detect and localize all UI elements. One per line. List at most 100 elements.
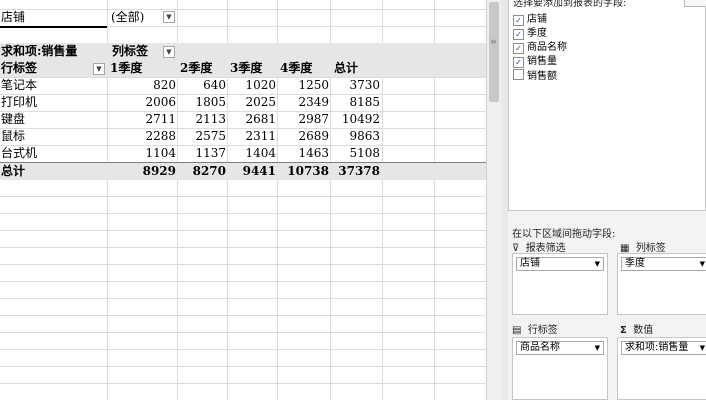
field-item-quantity[interactable]: ✓ 销售量 [513, 55, 557, 69]
columns-drop-zone[interactable]: 季度 ▼ [617, 253, 706, 315]
worksheet-grid[interactable]: 店铺 (全部) ▼ 求和项:销售量 列标签 ▼ 行标签 ▼ 1季度 2季度 3季… [0, 0, 486, 400]
row-labels-dropdown-icon[interactable]: ▼ [93, 63, 105, 75]
grid-row-line [0, 264, 486, 265]
pivot-data-row: 键盘 2711 2113 2681 2987 10492 [0, 111, 486, 128]
value-cell[interactable]: 1137 [180, 145, 226, 162]
chip-label: 求和项:销售量 [625, 342, 689, 353]
values-area-chip[interactable]: 求和项:销售量 ▼ [621, 341, 706, 355]
column-header: 4季度 [280, 61, 313, 75]
value-cell[interactable]: 2288 [110, 128, 176, 145]
field-item-amount[interactable]: 销售额 [513, 69, 557, 83]
grid-row-line [0, 366, 486, 367]
total-cell[interactable]: 37378 [333, 163, 380, 180]
splitter-grip-icon: ≡ [490, 37, 497, 46]
value-cell[interactable]: 2311 [230, 128, 276, 145]
total-cell[interactable]: 8929 [110, 163, 176, 180]
value-cell[interactable]: 10492 [333, 111, 380, 128]
value-cell[interactable]: 2006 [110, 94, 176, 111]
checkbox-checked-icon[interactable]: ✓ [513, 29, 524, 40]
chip-label: 商品名称 [520, 342, 560, 353]
checkbox-checked-icon[interactable]: ✓ [513, 43, 524, 54]
grid-row-line [0, 349, 486, 350]
value-cell[interactable]: 1805 [180, 94, 226, 111]
row-label[interactable]: 台式机 [1, 145, 37, 162]
vertical-scrollbar[interactable] [486, 0, 502, 400]
checkbox-checked-icon[interactable]: ✓ [513, 15, 524, 26]
grid-row-line [0, 315, 486, 316]
field-item-product[interactable]: ✓ 商品名称 [513, 41, 567, 55]
pivot-header-row-2: 行标签 ▼ 1季度 2季度 3季度 4季度 总计 [0, 60, 486, 77]
column-header: 2季度 [180, 61, 213, 75]
value-cell[interactable]: 2689 [280, 128, 329, 145]
chevron-down-icon[interactable]: ▼ [595, 258, 600, 270]
chip-label: 店铺 [520, 258, 540, 269]
value-cell[interactable]: 8185 [333, 94, 380, 111]
grid-row-line [0, 281, 486, 282]
filter-dropdown-icon[interactable]: ▼ [163, 11, 175, 23]
grid-row-line [0, 213, 486, 214]
chevron-down-icon[interactable]: ▼ [700, 258, 705, 270]
value-cell[interactable]: 1104 [110, 145, 176, 162]
sigma-icon: Σ [620, 325, 627, 336]
rows-area-chip[interactable]: 商品名称 ▼ [516, 341, 604, 355]
row-label[interactable]: 鼠标 [1, 128, 25, 145]
value-cell[interactable]: 2711 [110, 111, 176, 128]
checkbox-checked-icon[interactable]: ✓ [513, 57, 524, 68]
field-label: 季度 [527, 28, 547, 39]
checkbox-unchecked-icon[interactable] [513, 69, 524, 80]
total-cell[interactable]: 10738 [280, 163, 329, 180]
value-cell[interactable]: 820 [110, 77, 176, 94]
filter-area-chip[interactable]: 店铺 ▼ [516, 257, 604, 271]
columns-area-chip[interactable]: 季度 ▼ [621, 257, 706, 271]
pivot-data-row: 台式机 1104 1137 1404 1463 5108 [0, 145, 486, 162]
value-cell[interactable]: 1020 [230, 77, 276, 94]
value-cell[interactable]: 2575 [180, 128, 226, 145]
field-item-store[interactable]: ✓ 店铺 [513, 13, 547, 27]
selected-cell-border [0, 12, 107, 28]
row-label[interactable]: 笔记本 [1, 77, 37, 94]
field-item-quarter[interactable]: ✓ 季度 [513, 27, 547, 41]
total-cell[interactable]: 9441 [230, 163, 276, 180]
grid-row-line [0, 298, 486, 299]
value-cell[interactable]: 640 [180, 77, 226, 94]
row-label[interactable]: 键盘 [1, 111, 25, 128]
field-list-box: 选择要添加到报表的字段: ✓ 店铺 ✓ 季度 ✓ 商品名称 ✓ 销售量 销售额 [508, 0, 706, 211]
column-labels-dropdown-icon[interactable]: ▼ [163, 46, 175, 58]
grid-row-line [0, 332, 486, 333]
value-cell[interactable]: 2681 [230, 111, 276, 128]
columns-area-header: ▦ 列标签 [620, 239, 666, 254]
pane-splitter[interactable] [501, 0, 508, 400]
rows-drop-zone[interactable]: 商品名称 ▼ [512, 337, 608, 400]
value-cell[interactable]: 2349 [280, 94, 329, 111]
row-labels-header: 行标签 [1, 61, 38, 75]
value-cell[interactable]: 1463 [280, 145, 329, 162]
value-cell[interactable]: 1404 [230, 145, 276, 162]
drag-hint: 在以下区域间拖动字段: [512, 229, 616, 240]
value-cell[interactable]: 9863 [333, 128, 380, 145]
value-cell[interactable]: 3730 [333, 77, 380, 94]
value-cell[interactable]: 2025 [230, 94, 276, 111]
rows-area-header: ▤ 行标签 [512, 321, 558, 336]
row-label[interactable]: 打印机 [1, 94, 37, 111]
total-cell[interactable]: 8270 [180, 163, 226, 180]
values-area-header: Σ 数值 [620, 321, 653, 336]
column-header: 总计 [334, 61, 359, 75]
chip-label: 季度 [625, 258, 645, 269]
field-label: 销售量 [527, 56, 557, 67]
filter-value[interactable]: (全部) [111, 9, 144, 26]
column-header: 1季度 [110, 61, 143, 75]
value-cell[interactable]: 2113 [180, 111, 226, 128]
value-cell[interactable]: 5108 [333, 145, 380, 162]
filter-drop-zone[interactable]: 店铺 ▼ [512, 253, 608, 315]
chevron-down-icon[interactable]: ▼ [700, 342, 705, 354]
column-header: 3季度 [230, 61, 263, 75]
layout-button[interactable] [684, 0, 706, 7]
value-cell[interactable]: 1250 [280, 77, 329, 94]
pivot-data-row: 鼠标 2288 2575 2311 2689 9863 [0, 128, 486, 145]
value-field-label: 求和项:销售量 [1, 44, 78, 58]
value-cell[interactable]: 2987 [280, 111, 329, 128]
scrollbar-thumb[interactable] [489, 2, 499, 102]
values-drop-zone[interactable]: 求和项:销售量 ▼ [617, 337, 706, 400]
field-list-header: 选择要添加到报表的字段: [513, 0, 627, 9]
chevron-down-icon[interactable]: ▼ [595, 342, 600, 354]
